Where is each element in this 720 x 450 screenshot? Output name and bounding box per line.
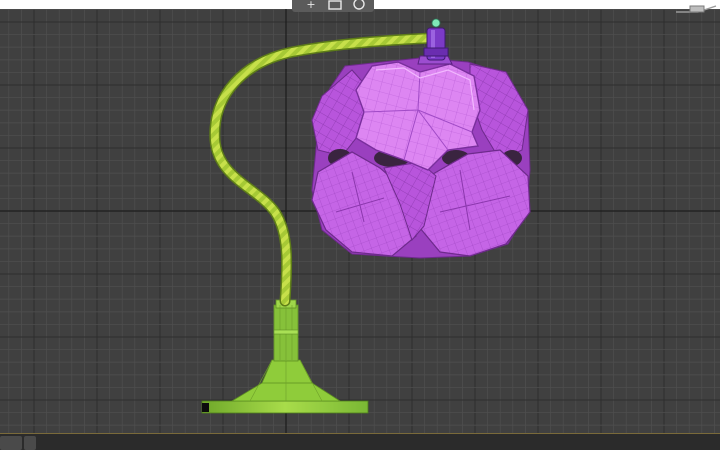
lamp-base[interactable] xyxy=(201,299,369,414)
orbit-icon[interactable] xyxy=(350,0,368,11)
bulb-tip xyxy=(431,18,441,28)
time-slider-handle[interactable] xyxy=(0,436,22,450)
time-slider-bar[interactable] xyxy=(0,433,720,450)
plus-icon[interactable]: + xyxy=(302,0,320,11)
maximize-icon[interactable] xyxy=(326,0,344,11)
viewport-canvas[interactable] xyxy=(0,0,720,450)
lamp-shade[interactable] xyxy=(311,55,531,259)
viewport-controls: + xyxy=(292,0,374,12)
viewcube[interactable] xyxy=(672,0,720,16)
time-slider-arrow[interactable] xyxy=(24,436,36,450)
viewport[interactable]: + xyxy=(0,0,720,450)
lamp-socket[interactable] xyxy=(423,18,449,61)
